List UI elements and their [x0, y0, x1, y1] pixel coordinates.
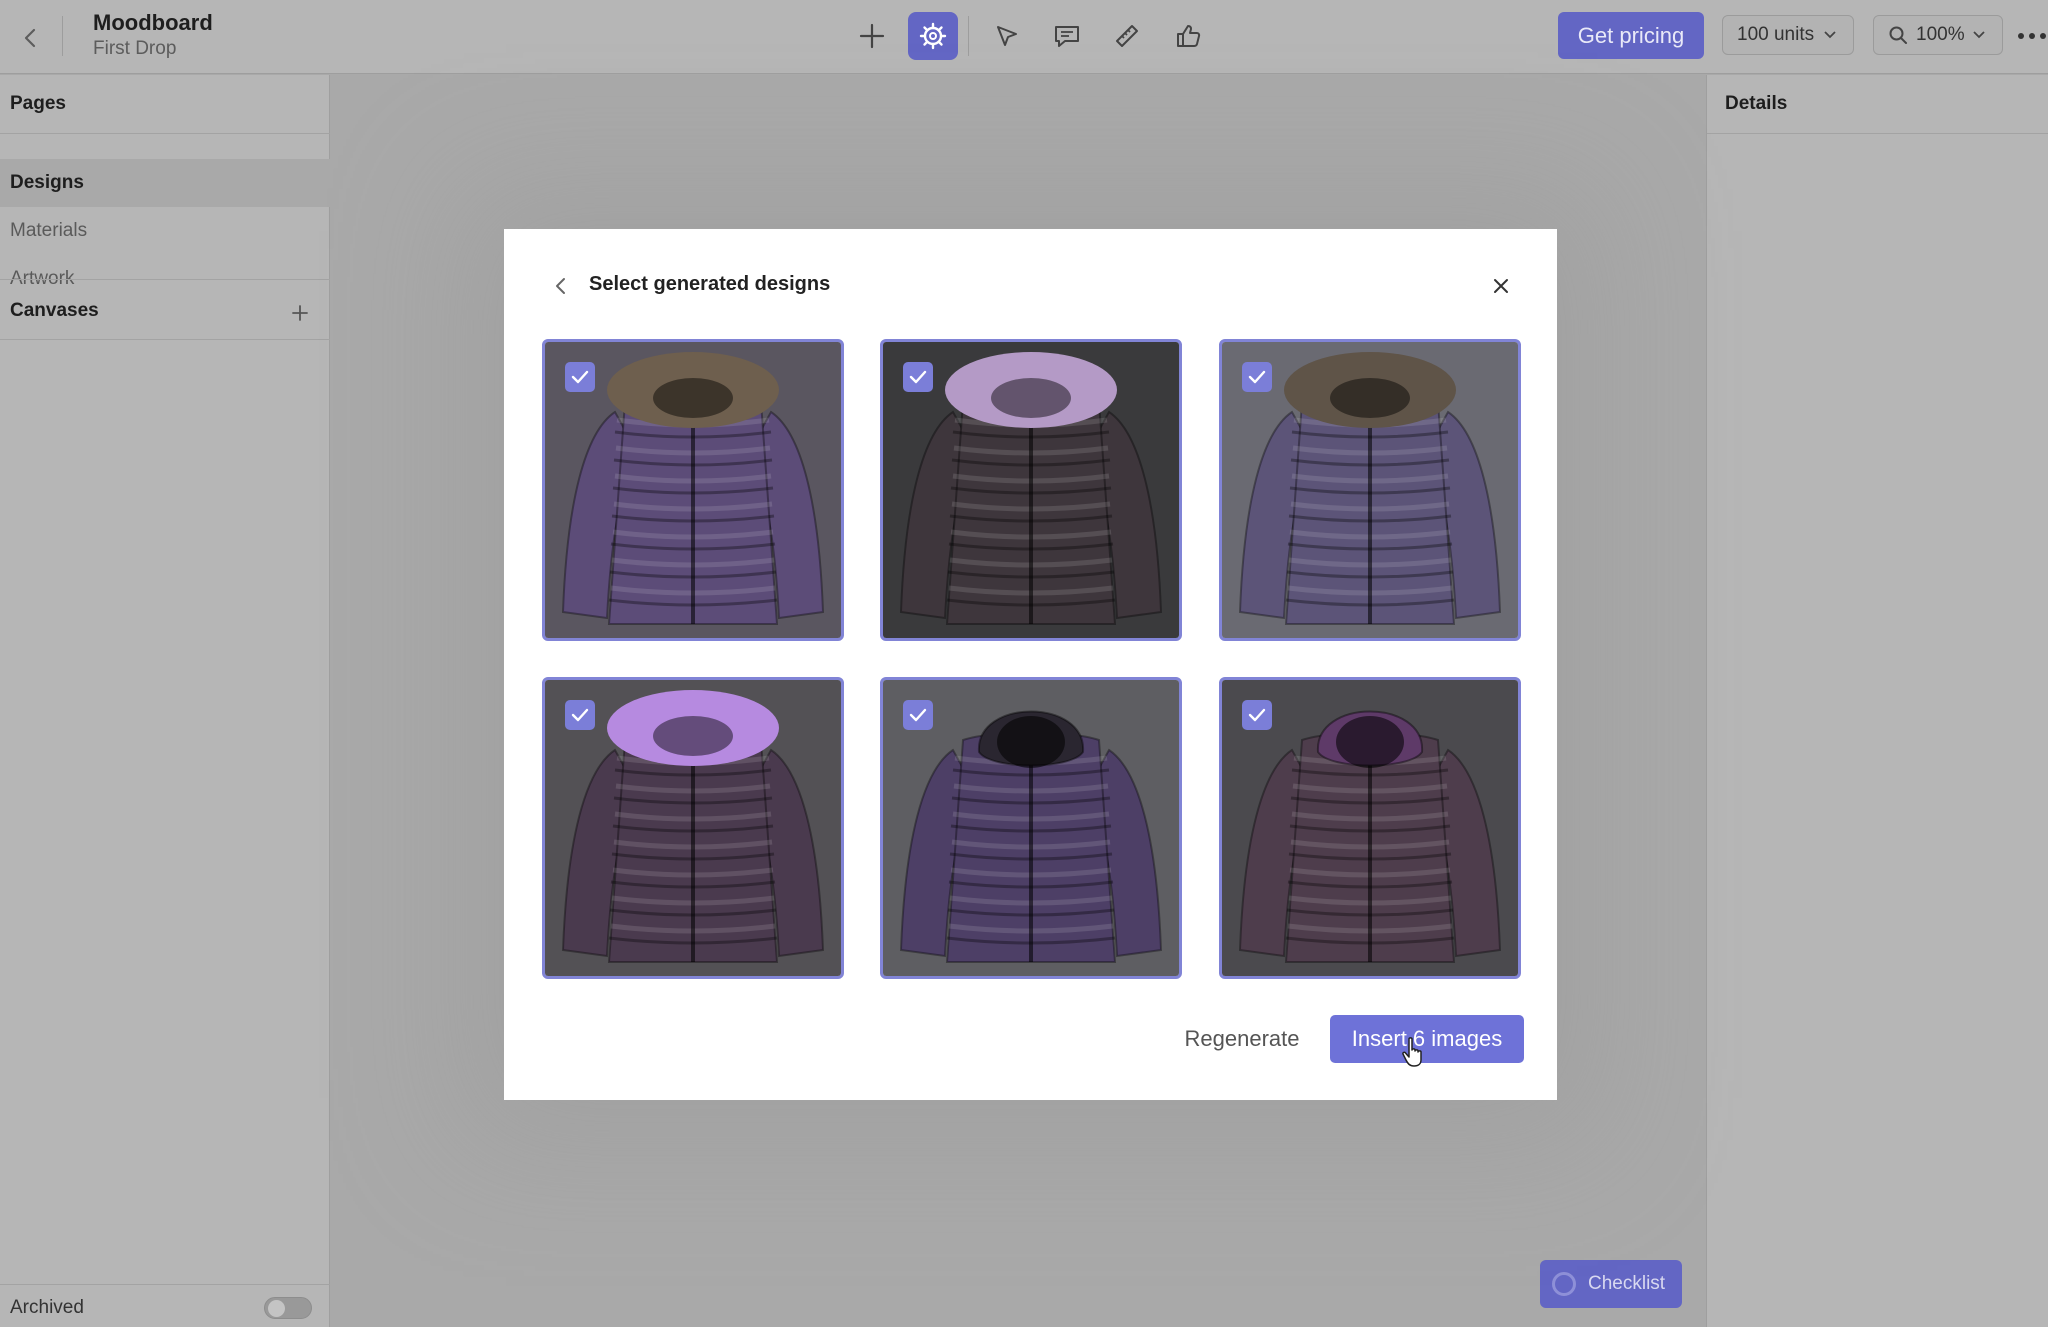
design-card[interactable] [542, 339, 844, 641]
approve-tool-button[interactable] [1163, 12, 1213, 60]
dot-icon [2018, 33, 2024, 39]
document-title: Moodboard [93, 10, 213, 35]
select-checkbox[interactable] [903, 700, 933, 730]
thumbs-up-icon [1177, 25, 1201, 47]
checkmark-icon [571, 370, 589, 384]
design-card[interactable] [1219, 339, 1521, 641]
chevron-down-icon [1824, 31, 1836, 39]
comment-icon [1055, 26, 1079, 47]
add-canvas-button[interactable] [286, 299, 314, 327]
divider [0, 133, 330, 134]
top-bar: Moodboard First Drop Get pricing 100 uni… [0, 0, 2048, 74]
design-card[interactable] [542, 677, 844, 979]
close-icon [1494, 279, 1508, 293]
select-checkbox[interactable] [1242, 700, 1272, 730]
zoom-dropdown[interactable]: 100% [1873, 15, 2003, 55]
checkmark-icon [909, 370, 927, 384]
design-card[interactable] [880, 339, 1182, 641]
plus-icon [859, 23, 885, 49]
design-card[interactable] [880, 677, 1182, 979]
modal-close-button[interactable] [1484, 269, 1518, 303]
checklist-label: Checklist [1588, 1273, 1666, 1294]
chevron-down-icon [1972, 31, 1985, 39]
cursor-arrow-icon [997, 26, 1017, 46]
divider [968, 16, 969, 56]
add-tool-button[interactable] [847, 12, 897, 60]
select-checkbox[interactable] [903, 362, 933, 392]
more-options-button[interactable] [2018, 26, 2048, 46]
divider [0, 1284, 330, 1285]
sidebar-item-materials[interactable]: Materials [0, 207, 330, 255]
archived-label: Archived [10, 1297, 84, 1318]
progress-ring-icon [1552, 1272, 1576, 1296]
select-checkbox[interactable] [565, 700, 595, 730]
document-subtitle: First Drop [93, 38, 177, 59]
pages-header: Pages [10, 93, 66, 114]
modal-title: Select generated designs [589, 273, 831, 295]
checkmark-icon [1248, 708, 1266, 722]
details-panel: Details [1706, 75, 2048, 1327]
divider [0, 279, 330, 280]
checkmark-icon [1248, 370, 1266, 384]
divider [1707, 133, 2048, 134]
details-title: Details [1725, 93, 1788, 114]
design-card[interactable] [1219, 677, 1521, 979]
checklist-button[interactable]: Checklist [1540, 1260, 1682, 1308]
hand-pointer-icon [1402, 1037, 1422, 1067]
regenerate-button[interactable]: Regenerate [1174, 1015, 1310, 1063]
insert-images-button[interactable]: Insert 6 images [1330, 1015, 1524, 1063]
select-checkbox[interactable] [565, 362, 595, 392]
toggle-knob [268, 1300, 285, 1317]
zoom-value: 100% [1916, 24, 1965, 45]
chevron-left-icon [556, 278, 565, 294]
units-dropdown[interactable]: 100 units [1722, 15, 1854, 55]
select-tool-button[interactable] [982, 12, 1032, 60]
select-designs-modal: Select generated designs Regenerate Inse… [504, 229, 1557, 1100]
modal-back-button[interactable] [544, 269, 578, 303]
measure-tool-button[interactable] [1102, 12, 1152, 60]
get-pricing-button[interactable]: Get pricing [1558, 12, 1704, 59]
archived-toggle[interactable] [264, 1297, 312, 1319]
comment-tool-button[interactable] [1042, 12, 1092, 60]
plus-icon [292, 305, 308, 321]
back-button[interactable] [10, 18, 50, 58]
checkmark-icon [571, 708, 589, 722]
divider [0, 339, 330, 340]
chevron-left-icon [24, 28, 36, 48]
canvases-header: Canvases [10, 300, 99, 321]
pages-sidebar: Pages Designs Materials Artwork Canvases… [0, 75, 330, 1327]
dot-icon [2029, 33, 2035, 39]
dot-icon [2040, 33, 2046, 39]
units-value: 100 units [1737, 24, 1815, 45]
search-icon [1889, 26, 1907, 44]
select-checkbox[interactable] [1242, 362, 1272, 392]
gear-icon [919, 22, 947, 50]
sidebar-item-designs[interactable]: Designs [0, 159, 330, 207]
checkmark-icon [909, 708, 927, 722]
ruler-icon [1116, 25, 1138, 47]
ai-generate-tool-button[interactable] [908, 12, 958, 60]
divider [62, 16, 63, 56]
